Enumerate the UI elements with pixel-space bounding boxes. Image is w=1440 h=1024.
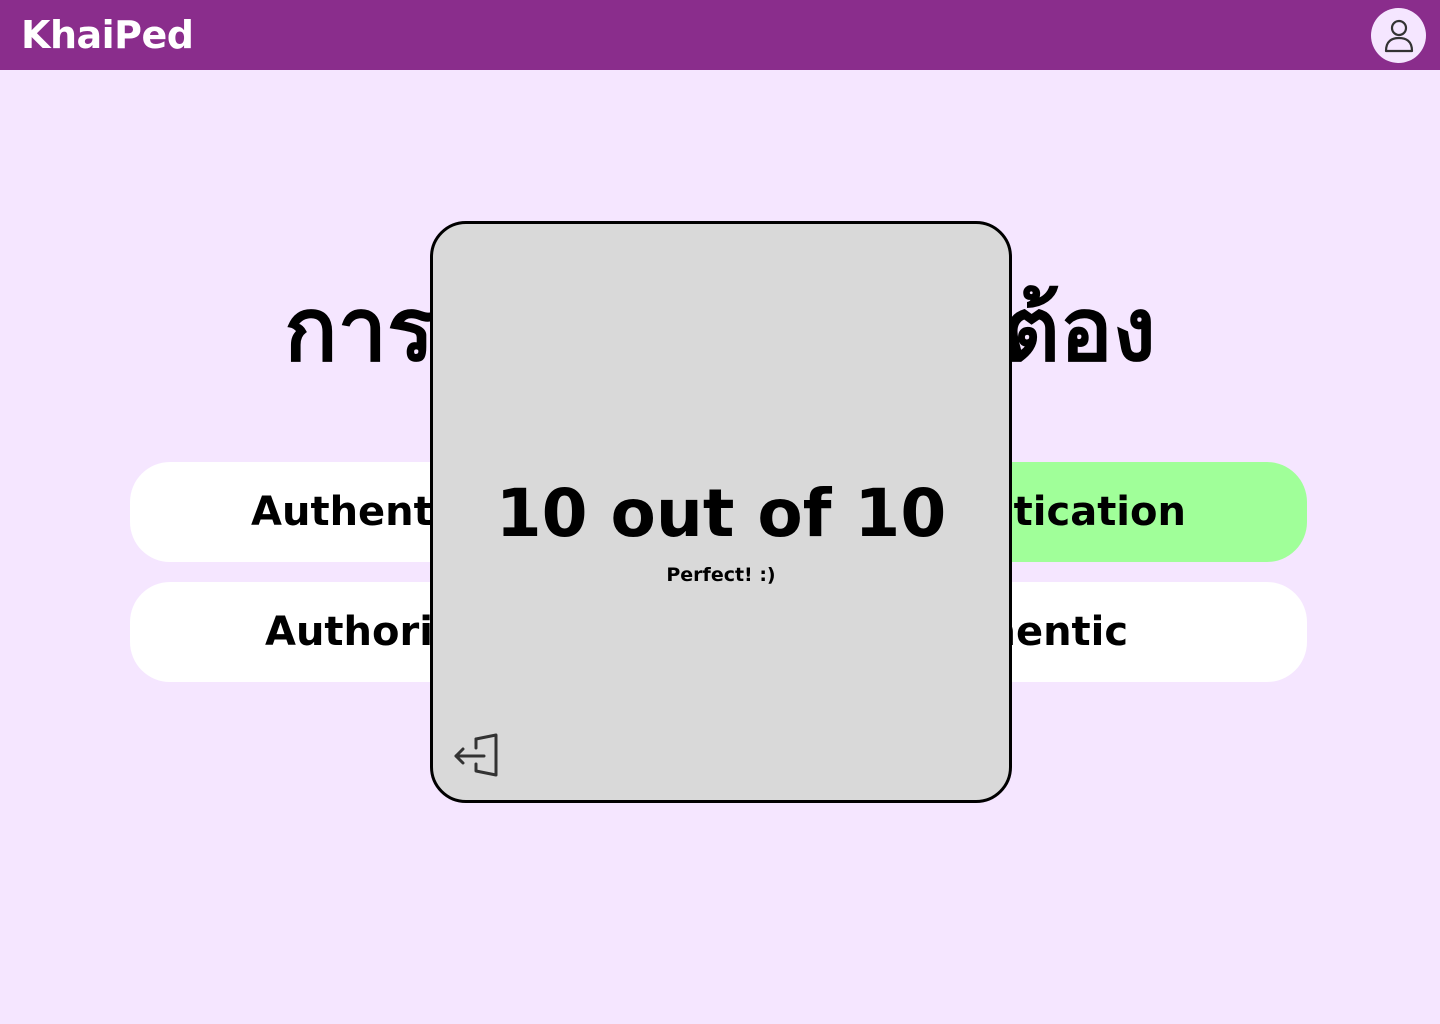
- app-logo[interactable]: KhaiPed: [21, 10, 194, 60]
- top-bar: KhaiPed: [0, 0, 1440, 70]
- user-icon: [1384, 19, 1413, 52]
- exit-button[interactable]: [451, 730, 503, 782]
- exit-icon: [454, 733, 498, 777]
- feedback-text: Perfect! :): [666, 564, 776, 586]
- score-text: 10 out of 10: [495, 475, 947, 552]
- profile-button[interactable]: [1371, 8, 1426, 63]
- result-modal: 10 out of 10 Perfect! :): [430, 221, 1012, 803]
